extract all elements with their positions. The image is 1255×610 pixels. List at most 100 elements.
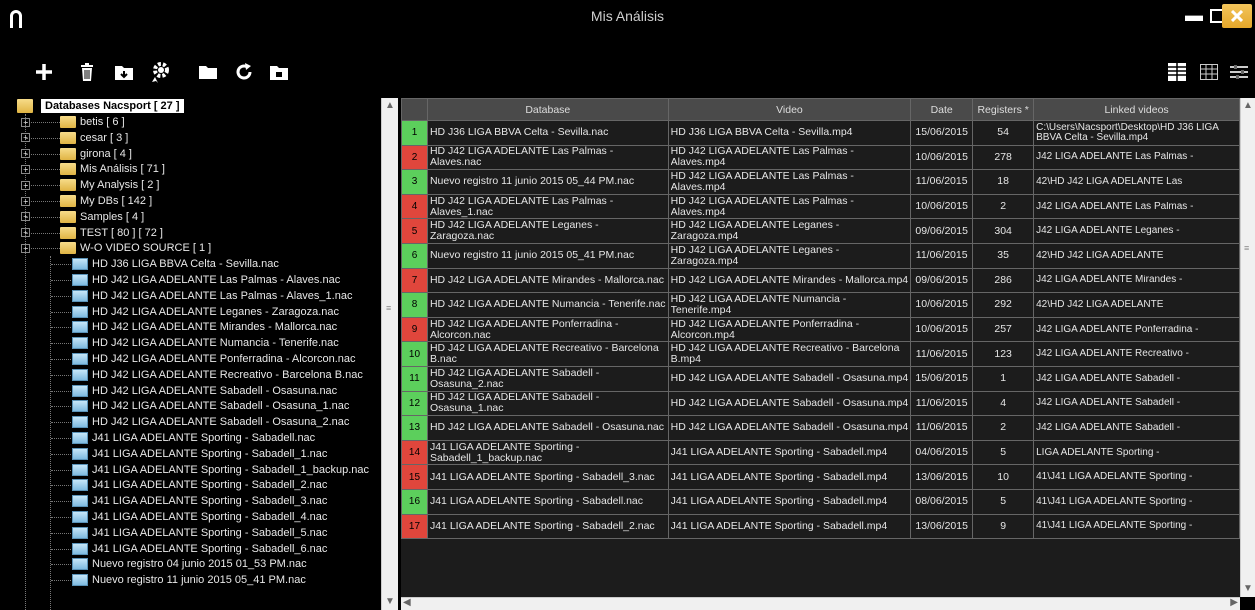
refresh-button[interactable] [230, 54, 258, 90]
tree-file-item[interactable]: Nuevo registro 04 junio 2015 01_53 PM.na… [72, 556, 307, 572]
tree-folder-item[interactable]: + My DBs [ 142 ] [21, 193, 152, 209]
settings-button[interactable] [147, 54, 175, 90]
table-row[interactable]: 6 Nuevo registro 11 junio 2015 05_41 PM.n… [401, 242, 1240, 269]
table-row[interactable]: 12 HD J42 LIGA ADELANTE Sabadell - Osasun… [401, 390, 1240, 417]
filter-options-button[interactable] [1225, 54, 1253, 90]
table-row[interactable]: 16 J41 LIGA ADELANTE Sporting - Sabadell.… [401, 488, 1240, 515]
export-button[interactable] [265, 54, 293, 90]
tree-root[interactable]: Databases Nacsport [ 27 ] [17, 98, 184, 114]
row-status-index[interactable]: 2 [401, 144, 428, 171]
grid-vertical-scrollbar[interactable]: ▲ ≡ ▼ [1240, 98, 1255, 597]
row-status-index[interactable]: 15 [401, 464, 428, 490]
row-status-index[interactable]: 11 [401, 365, 428, 392]
scroll-up-icon[interactable]: ▲ [1241, 98, 1255, 114]
table-row[interactable]: 17 J41 LIGA ADELANTE Sporting - Sabadell_… [401, 513, 1240, 540]
expand-icon[interactable]: + [21, 117, 30, 127]
tree-folder-item[interactable]: + Samples [ 4 ] [21, 209, 144, 225]
grid-view-button[interactable] [1195, 54, 1223, 90]
tree-file-item[interactable]: J41 LIGA ADELANTE Sporting - Sabadell_1_… [72, 462, 369, 478]
column-header-video[interactable]: Video [667, 98, 912, 121]
table-row[interactable]: 9 HD J42 LIGA ADELANTE Ponferradina - Alc… [401, 316, 1240, 343]
tree-file-item[interactable]: J41 LIGA ADELANTE Sporting - Sabadell_6.… [72, 541, 327, 557]
row-status-index[interactable]: 4 [401, 193, 428, 220]
scroll-down-icon[interactable]: ▼ [1241, 581, 1255, 597]
row-status-index[interactable]: 12 [401, 390, 428, 417]
row-status-index[interactable]: 9 [401, 316, 428, 343]
table-row[interactable]: 1 HD J36 LIGA BBVA Celta - Sevilla.nac HD … [401, 120, 1240, 146]
tree-file-item[interactable]: HD J42 LIGA ADELANTE Leganes - Zaragoza.… [72, 304, 339, 320]
row-status-index[interactable]: 13 [401, 415, 428, 441]
tree-file-item[interactable]: HD J42 LIGA ADELANTE Las Palmas - Alaves… [72, 272, 340, 288]
row-status-index[interactable]: 8 [401, 292, 428, 318]
tree-file-item[interactable]: J41 LIGA ADELANTE Sporting - Sabadell_4.… [72, 509, 327, 525]
row-status-index[interactable]: 6 [401, 242, 428, 269]
row-status-index[interactable]: 10 [401, 341, 428, 367]
tree-file-item[interactable]: J41 LIGA ADELANTE Sporting - Sabadell_3.… [72, 493, 327, 509]
tree-file-item[interactable]: HD J42 LIGA ADELANTE Sabadell - Osasuna.… [72, 383, 337, 399]
tree-folder-item[interactable]: + W-O VIDEO SOURCE [ 1 ] [21, 240, 211, 256]
expand-icon[interactable]: + [21, 228, 30, 238]
row-status-index[interactable]: 14 [401, 439, 428, 466]
open-folder-button[interactable] [194, 54, 222, 90]
expand-icon[interactable]: + [21, 133, 30, 143]
table-row[interactable]: 5 HD J42 LIGA ADELANTE Leganes - Zaragoza… [401, 218, 1240, 244]
row-status-index[interactable]: 1 [401, 120, 428, 146]
row-status-index[interactable]: 17 [401, 513, 428, 540]
tree-file-item[interactable]: HD J42 LIGA ADELANTE Las Palmas - Alaves… [72, 288, 352, 304]
tree-folder-item[interactable]: + betis [ 6 ] [21, 114, 125, 130]
expand-icon[interactable]: + [21, 243, 30, 253]
table-row[interactable]: 7 HD J42 LIGA ADELANTE Mirandes - Mallorc… [401, 267, 1240, 294]
tree-folder-item[interactable]: + girona [ 4 ] [21, 146, 132, 162]
table-row[interactable]: 14 J41 LIGA ADELANTE Sporting - Sabadell_… [401, 439, 1240, 466]
column-header-database[interactable]: Database [426, 98, 669, 121]
tree-file-item[interactable]: HD J42 LIGA ADELANTE Numancia - Tenerife… [72, 335, 339, 351]
tree-file-item[interactable]: J41 LIGA ADELANTE Sporting - Sabadell_5.… [72, 525, 327, 541]
table-row[interactable]: 3 Nuevo registro 11 junio 2015 05_44 PM.n… [401, 169, 1240, 195]
close-button[interactable] [1222, 4, 1252, 28]
expand-icon[interactable]: + [21, 164, 30, 174]
row-status-index[interactable]: 16 [401, 488, 428, 515]
table-row[interactable]: 2 HD J42 LIGA ADELANTE Las Palmas - Alave… [401, 144, 1240, 171]
column-header-linked-videos[interactable]: Linked videos [1033, 98, 1240, 121]
expand-icon[interactable]: + [21, 149, 30, 159]
expand-icon[interactable]: + [21, 212, 30, 222]
tree-file-item[interactable]: HD J42 LIGA ADELANTE Ponferradina - Alco… [72, 351, 356, 367]
tree-folder-item[interactable]: + Mis Análisis [ 71 ] [21, 161, 165, 177]
import-database-button[interactable] [110, 54, 138, 90]
row-status-index[interactable]: 7 [401, 267, 428, 294]
scroll-down-icon[interactable]: ▼ [382, 594, 398, 610]
tree-scrollbar[interactable]: ▲ ≡ ▼ [381, 98, 398, 610]
table-row[interactable]: 13 HD J42 LIGA ADELANTE Sabadell - Osasun… [401, 415, 1240, 441]
tree-file-item[interactable]: J41 LIGA ADELANTE Sporting - Sabadell.na… [72, 430, 315, 446]
row-status-index[interactable]: 5 [401, 218, 428, 244]
tree-folder-item[interactable]: + TEST [ 80 ] [ 72 ] [21, 225, 163, 241]
add-button[interactable] [30, 54, 58, 90]
table-row[interactable]: 8 HD J42 LIGA ADELANTE Numancia - Tenerif… [401, 292, 1240, 318]
tree-file-item[interactable]: J41 LIGA ADELANTE Sporting - Sabadell_1.… [72, 446, 327, 462]
delete-button[interactable] [73, 54, 101, 90]
scroll-up-icon[interactable]: ▲ [382, 98, 398, 114]
table-row[interactable]: 15 J41 LIGA ADELANTE Sporting - Sabadell_… [401, 464, 1240, 490]
expand-icon[interactable]: + [21, 180, 30, 190]
list-view-button[interactable] [1163, 54, 1191, 90]
tree-file-item[interactable]: Nuevo registro 11 junio 2015 05_41 PM.na… [72, 572, 306, 588]
tree-file-item[interactable]: HD J42 LIGA ADELANTE Recreativo - Barcel… [72, 367, 363, 383]
scroll-right-icon[interactable]: ▶ [1230, 597, 1238, 608]
tree-file-item[interactable]: J41 LIGA ADELANTE Sporting - Sabadell_2.… [72, 477, 327, 493]
tree-folder-item[interactable]: + cesar [ 3 ] [21, 130, 128, 146]
grid-horizontal-scrollbar[interactable]: ◀ ▶ [401, 597, 1240, 610]
tree-folder-item[interactable]: + My Analysis [ 2 ] [21, 177, 159, 193]
tree-file-item[interactable]: HD J42 LIGA ADELANTE Mirandes - Mallorca… [72, 319, 337, 335]
scroll-left-icon[interactable]: ◀ [403, 597, 411, 608]
tree-file-item[interactable]: HD J36 LIGA BBVA Celta - Sevilla.nac [72, 256, 279, 272]
table-row[interactable]: 11 HD J42 LIGA ADELANTE Sabadell - Osasun… [401, 365, 1240, 392]
row-status-index[interactable]: 3 [401, 169, 428, 195]
table-row[interactable]: 10 HD J42 LIGA ADELANTE Recreativo - Barc… [401, 341, 1240, 367]
expand-icon[interactable]: + [21, 196, 30, 206]
column-header-registers[interactable]: Registers * [972, 98, 1035, 121]
tree-file-item[interactable]: HD J42 LIGA ADELANTE Sabadell - Osasuna_… [72, 414, 349, 430]
table-row[interactable]: 4 HD J42 LIGA ADELANTE Las Palmas - Alave… [401, 193, 1240, 220]
column-header-index[interactable] [401, 98, 428, 121]
column-header-date[interactable]: Date [910, 98, 974, 121]
tree-file-item[interactable]: HD J42 LIGA ADELANTE Sabadell - Osasuna_… [72, 398, 349, 414]
